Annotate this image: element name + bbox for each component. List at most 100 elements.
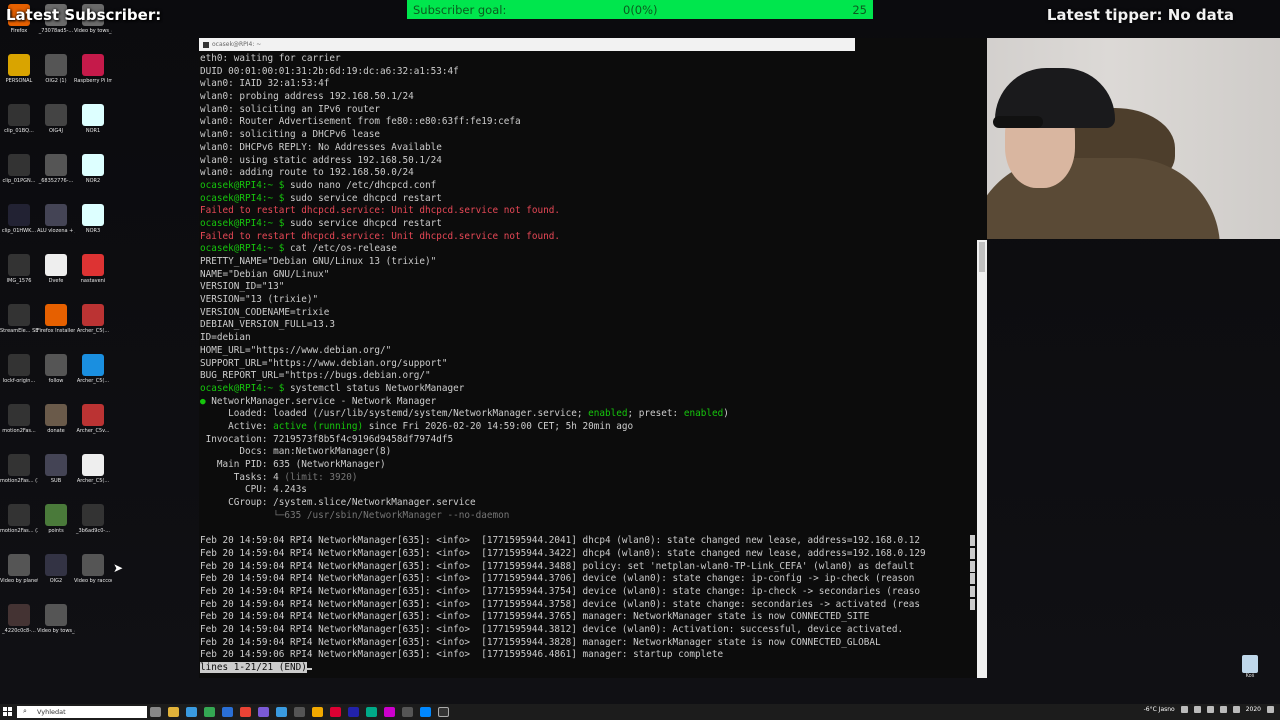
desktop-icon[interactable]: points	[37, 504, 75, 534]
terminal-line: Failed to restart dhcpcd.service: Unit d…	[200, 205, 975, 218]
video-file-icon	[82, 554, 104, 576]
weather-text[interactable]: -6°C Jasno	[1144, 706, 1175, 713]
desktop-icon[interactable]: Firefox Installer	[37, 304, 75, 334]
terminal-text: HOME_URL="https://www.debian.org/"	[200, 344, 392, 356]
desktop-icon[interactable]: Dvefe	[37, 254, 75, 284]
app-icon[interactable]	[294, 707, 305, 717]
desktop-icon[interactable]: Video by raccoon_sc...	[74, 554, 112, 584]
tray-icon[interactable]	[1193, 706, 1201, 713]
desktop-icon[interactable]: _68352776-...	[37, 154, 75, 184]
app-icon[interactable]	[420, 707, 431, 717]
app-icon	[8, 304, 30, 326]
terminal-scrollbar[interactable]	[977, 240, 987, 678]
desktop-icon[interactable]: NOR2	[74, 154, 112, 184]
desktop-icon[interactable]: motion2Fas... (2)	[0, 504, 38, 534]
desktop-icon[interactable]: OIG2 (1)	[37, 54, 75, 84]
desktop-icon[interactable]: IMG_1576	[0, 254, 38, 284]
tray-icon[interactable]	[1180, 706, 1188, 713]
notification-icon[interactable]	[1267, 706, 1274, 713]
desktop-icon[interactable]: motion2Fas...	[0, 404, 38, 434]
terminal-line: Feb 20 14:59:04 RPI4 NetworkManager[635]…	[200, 624, 975, 637]
terminal-window[interactable]: ocasek@RPI4: ~ eth0: waiting for carrier…	[199, 38, 987, 678]
desktop-icon[interactable]: _3b6ad9c0-...	[74, 504, 112, 534]
terminal-text: DEBIAN_VERSION_FULL=13.3	[200, 319, 336, 331]
desktop-icon[interactable]: ALU vlozena + jednostr...	[37, 204, 75, 234]
desktop-icon[interactable]: OIG2	[37, 554, 75, 584]
subscriber-goal-value: 0(0%)	[623, 2, 658, 17]
app-icon[interactable]	[276, 707, 287, 717]
terminal-titlebar[interactable]: ocasek@RPI4: ~	[199, 38, 855, 51]
desktop-icon-label: motion2Fas... (1)	[0, 478, 38, 484]
desktop-icon[interactable]: SUB	[37, 454, 75, 484]
desktop-icon-label: Archer_C5(...	[76, 328, 110, 334]
terminal-text: enabled	[588, 408, 628, 420]
app-icon[interactable]	[258, 707, 269, 717]
clock[interactable]: 2020	[1246, 706, 1261, 713]
terminal-app-icon[interactable]	[438, 707, 449, 717]
terminal-text: (limit: 3920)	[284, 471, 358, 483]
desktop-icon[interactable]: NOR3	[74, 204, 112, 234]
terminal-text: Feb 20 14:59:04 RPI4 NetworkManager[635]…	[200, 598, 921, 610]
desktop-icon[interactable]: _4220c0c8-...	[0, 604, 38, 634]
desktop-icon[interactable]: Archer_C5(...	[74, 354, 112, 384]
app-icon[interactable]	[330, 707, 341, 717]
terminal-text: wlan0: IAID 32:a1:53:4f	[200, 78, 330, 90]
desktop-icon-label: NOR1	[85, 128, 101, 134]
desktop-icon-label: SUB	[50, 478, 62, 484]
task-view-icon[interactable]	[150, 707, 161, 717]
network-icon[interactable]	[1219, 706, 1227, 713]
desktop-icon[interactable]: clip_01HWK...	[0, 204, 38, 234]
app-icon[interactable]	[366, 707, 377, 717]
desktop-icon[interactable]: StreamEle... SE.Live	[0, 304, 38, 334]
line-truncated-marker	[970, 573, 975, 585]
terminal-line: CPU: 4.243s	[200, 484, 975, 497]
app-icon[interactable]	[402, 707, 413, 717]
terminal-line: Feb 20 14:59:04 RPI4 NetworkManager[635]…	[200, 611, 975, 624]
desktop-icon[interactable]: Archer_C5(...	[74, 454, 112, 484]
mail-icon[interactable]	[222, 707, 233, 717]
terminal-line: Docs: man:NetworkManager(8)	[200, 446, 975, 459]
terminal-line: Feb 20 14:59:04 RPI4 NetworkManager[635]…	[200, 547, 975, 561]
image-file-icon	[45, 154, 67, 176]
store-icon[interactable]	[240, 707, 251, 717]
terminal-line: wlan0: DHCPv6 REPLY: No Addresses Availa…	[200, 142, 975, 155]
desktop-icon[interactable]: PERSONAL	[0, 54, 38, 84]
desktop-icon[interactable]: donate	[37, 404, 75, 434]
desktop-icon-label: Archer_C5(...	[76, 478, 110, 484]
mouse-cursor-icon: ➤	[113, 561, 124, 575]
desktop-icon[interactable]: Video by planeta_en...	[0, 554, 38, 584]
terminal-text: since Fri 2026-02-20 14:59:00 CET; 5h 20…	[363, 420, 634, 432]
app-icon[interactable]	[312, 707, 323, 717]
tray-icon[interactable]	[1206, 706, 1214, 713]
desktop-icon-label: PERSONAL	[5, 78, 33, 84]
desktop-icon-label: _68352776-...	[38, 178, 74, 184]
image-file-icon	[8, 254, 30, 276]
desktop-icon[interactable]: follow	[37, 354, 75, 384]
image-file-icon	[45, 554, 67, 576]
desktop-icon[interactable]: nastaveni	[74, 254, 112, 284]
desktop-icon[interactable]: Archer_C5(...	[74, 304, 112, 334]
start-button[interactable]	[3, 707, 13, 717]
desktop-icon[interactable]: lockf-origin...	[0, 354, 38, 384]
edge-icon[interactable]	[186, 707, 197, 717]
desktop-icon[interactable]: NOR1	[74, 104, 112, 134]
desktop-icon[interactable]: clip_01PGN...	[0, 154, 38, 184]
chrome-icon[interactable]	[204, 707, 215, 717]
app-icon[interactable]	[384, 707, 395, 717]
file-explorer-icon[interactable]	[168, 707, 179, 717]
document-icon	[82, 154, 104, 176]
terminal-line: Loaded: loaded (/usr/lib/systemd/system/…	[200, 408, 975, 421]
scrollbar-thumb[interactable]	[979, 242, 985, 272]
desktop-icon[interactable]: OIG4J	[37, 104, 75, 134]
app-icon[interactable]	[348, 707, 359, 717]
desktop-icon[interactable]: clip_01BQ...	[0, 104, 38, 134]
desktop-icon[interactable]: Archer_C5v...	[74, 404, 112, 434]
desktop-icon[interactable]: Video by tows_and_t...	[37, 604, 75, 634]
recycle-bin[interactable]: Koš	[1238, 655, 1262, 679]
desktop-icon[interactable]: motion2Fas... (1)	[0, 454, 38, 484]
folder-icon	[8, 54, 30, 76]
image-file-icon	[8, 204, 30, 226]
taskbar-search-input[interactable]: ⌕ Vyhledat	[17, 706, 147, 718]
desktop-icon[interactable]: Raspberry Pi Imager	[74, 54, 112, 84]
volume-icon[interactable]	[1232, 706, 1240, 713]
